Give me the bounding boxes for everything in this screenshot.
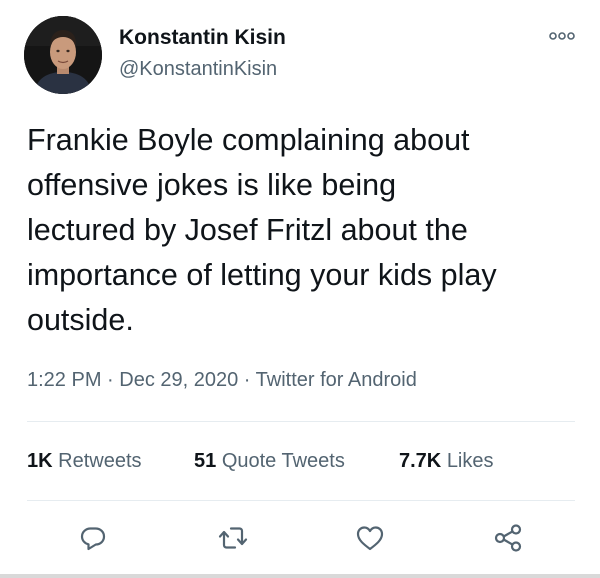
heart-icon: [356, 526, 384, 551]
avatar-photo: [24, 16, 102, 94]
retweets-count: 1K: [27, 450, 53, 472]
retweets-stat[interactable]: 1K Retweets: [27, 450, 142, 473]
retweet-button[interactable]: [216, 521, 250, 555]
tweet-card: Konstantin Kisin @KonstantinKisin Franki…: [0, 0, 600, 578]
reply-button[interactable]: [76, 521, 110, 555]
quote-tweets-label: Quote Tweets: [221, 450, 345, 472]
reply-icon: [80, 527, 106, 551]
divider: [27, 500, 575, 501]
avatar[interactable]: [24, 16, 102, 94]
quote-tweets-count: 51: [194, 450, 217, 472]
more-options-button[interactable]: [548, 29, 576, 43]
share-button[interactable]: [491, 521, 525, 555]
retweet-icon: [218, 527, 248, 549]
retweets-label: Retweets: [58, 450, 142, 472]
tweet-text: Frankie Boyle complaining about offensiv…: [27, 123, 497, 337]
author-handle[interactable]: @KonstantinKisin: [119, 58, 277, 81]
like-button[interactable]: [353, 521, 387, 555]
bottom-edge: [0, 574, 600, 578]
divider: [27, 421, 575, 422]
quote-tweets-stat[interactable]: 51 Quote Tweets: [194, 450, 345, 473]
more-options-icon: [549, 32, 575, 40]
tweet-timestamp-source[interactable]: 1:22 PM · Dec 29, 2020 · Twitter for And…: [27, 369, 417, 392]
share-icon: [494, 524, 522, 552]
likes-stat[interactable]: 7.7K Likes: [399, 450, 494, 473]
author-display-name[interactable]: Konstantin Kisin: [119, 26, 286, 50]
likes-count: 7.7K: [399, 450, 442, 472]
likes-label: Likes: [446, 450, 494, 472]
